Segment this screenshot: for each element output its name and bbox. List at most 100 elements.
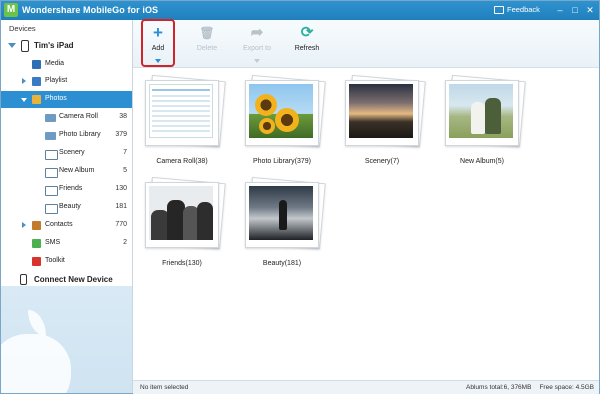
album-grid: Camera Roll(38) Photo Library(379) Scene… — [133, 68, 599, 380]
sidebar-item-label: Photos — [45, 95, 67, 102]
refresh-icon: ⟳ — [300, 24, 314, 41]
albums-total: Ablums total:6, 376MB — [466, 384, 532, 391]
title-bar: M Wondershare MobileGo for iOS Feedback … — [1, 1, 599, 20]
sidebar-album-camera-roll[interactable]: Camera Roll 38 — [1, 109, 132, 126]
album-photo-library[interactable]: Photo Library(379) — [237, 74, 327, 176]
app-title: Wondershare MobileGo for iOS — [22, 5, 159, 15]
album-camera-roll[interactable]: Camera Roll(38) — [137, 74, 227, 176]
album-label: Photo Library(379) — [253, 158, 311, 165]
sidebar-item-sms[interactable]: SMS 2 — [1, 235, 132, 252]
close-button[interactable]: ✕ — [584, 4, 596, 16]
photo-couple — [449, 84, 513, 138]
sidebar-item-toolkit[interactable]: Toolkit — [1, 253, 132, 270]
album-label: Beauty(181) — [262, 260, 302, 267]
app-window: M Wondershare MobileGo for iOS Feedback … — [0, 0, 600, 394]
album-count: 5 — [123, 167, 127, 174]
delete-label: Delete — [196, 45, 218, 52]
album-thumbnail — [245, 176, 326, 250]
album-new-album[interactable]: New Album(5) — [437, 74, 527, 176]
album-thumbnail — [345, 74, 426, 148]
ipad-icon — [21, 40, 29, 52]
collapse-arrow-icon[interactable] — [8, 43, 16, 48]
album-beauty[interactable]: Beauty(181) — [237, 176, 327, 278]
feedback-icon — [494, 5, 504, 14]
sidebar: Devices Tim's iPad Media Playlist Photos… — [1, 20, 133, 393]
album-count: 181 — [115, 203, 127, 210]
trash-icon: 🗑 — [199, 26, 215, 40]
album-count: 130 — [115, 185, 127, 192]
contacts-count: 770 — [115, 221, 127, 228]
export-label: Export to — [242, 45, 271, 52]
sidebar-album-scenery[interactable]: Scenery 7 — [1, 145, 132, 162]
sidebar-item-label: Contacts — [45, 221, 73, 228]
contacts-icon — [32, 221, 41, 230]
album-label: Camera Roll(38) — [156, 158, 208, 165]
collapse-arrow-icon[interactable] — [21, 98, 27, 102]
feedback-label: Feedback — [507, 5, 540, 14]
photo-screenshot — [149, 84, 213, 138]
photo-sunflowers — [249, 84, 313, 138]
refresh-button[interactable]: ⟳ Refresh — [290, 23, 324, 63]
folder-icon — [45, 132, 56, 140]
sidebar-item-playlist[interactable]: Playlist — [1, 73, 132, 90]
folder-icon — [45, 114, 56, 122]
connect-new-device[interactable]: Connect New Device — [1, 271, 132, 287]
sidebar-item-media[interactable]: Media — [1, 56, 132, 73]
sidebar-item-label: Playlist — [45, 77, 68, 84]
album-thumbnail — [445, 74, 526, 148]
album-label: Beauty — [59, 203, 81, 210]
sidebar-item-contacts[interactable]: Contacts 770 — [1, 217, 132, 234]
minimize-button[interactable]: – — [554, 4, 566, 16]
album-label: New Album — [59, 167, 95, 174]
device-name: Tim's iPad — [34, 41, 74, 50]
feedback-button[interactable]: Feedback — [494, 5, 540, 14]
sidebar-album-photo-library[interactable]: Photo Library 379 — [1, 127, 132, 144]
device-backdrop — [1, 286, 132, 393]
album-count: 379 — [115, 131, 127, 138]
maximize-button[interactable]: □ — [569, 4, 581, 16]
chevron-down-icon[interactable] — [254, 59, 260, 63]
phone-icon — [20, 274, 27, 285]
sidebar-album-beauty[interactable]: Beauty 181 — [1, 199, 132, 216]
delete-button[interactable]: 🗑 Delete — [190, 23, 224, 63]
album-icon — [45, 150, 58, 160]
sidebar-album-friends[interactable]: Friends 130 — [1, 181, 132, 198]
app-logo-icon: M — [4, 3, 18, 17]
sidebar-item-photos[interactable]: Photos — [1, 91, 132, 108]
album-icon — [45, 168, 58, 178]
album-label: New Album(5) — [460, 158, 504, 165]
photo-sunset — [349, 84, 413, 138]
expand-arrow-icon[interactable] — [22, 222, 26, 228]
selection-status: No item selected — [140, 384, 189, 391]
sidebar-item-label: Media — [45, 60, 65, 67]
playlist-icon — [32, 77, 41, 86]
album-thumbnail — [145, 74, 226, 148]
album-label: Photo Library — [59, 131, 101, 138]
sidebar-album-new-album[interactable]: New Album 5 — [1, 163, 132, 180]
export-button[interactable]: ➦ Export to — [239, 23, 275, 63]
sidebar-item-label: Toolkit — [45, 257, 65, 264]
apple-logo-icon — [1, 334, 71, 393]
album-thumbnail — [145, 176, 226, 250]
photos-icon — [32, 95, 41, 104]
media-icon — [32, 60, 41, 69]
device-tims-ipad[interactable]: Tim's iPad — [1, 38, 132, 54]
album-friends[interactable]: Friends(130) — [137, 176, 227, 278]
album-label: Friends — [59, 185, 83, 192]
album-scenery[interactable]: Scenery(7) — [337, 74, 427, 176]
export-arrow-icon: ➦ — [250, 24, 264, 41]
album-count: 38 — [119, 113, 127, 120]
status-bar: No item selected Ablums total:6, 376MB F… — [133, 380, 599, 394]
photo-beauty — [249, 186, 313, 240]
album-label: Scenery — [59, 149, 85, 156]
expand-arrow-icon[interactable] — [22, 78, 26, 84]
add-button-highlight — [141, 19, 175, 67]
album-icon — [45, 186, 58, 196]
album-icon — [45, 204, 58, 214]
album-label: Friends(130) — [162, 260, 202, 267]
sms-icon — [32, 239, 41, 248]
toolkit-icon — [32, 257, 41, 266]
album-count: 7 — [123, 149, 127, 156]
album-thumbnail — [245, 74, 326, 148]
sidebar-item-label: SMS — [45, 239, 61, 246]
